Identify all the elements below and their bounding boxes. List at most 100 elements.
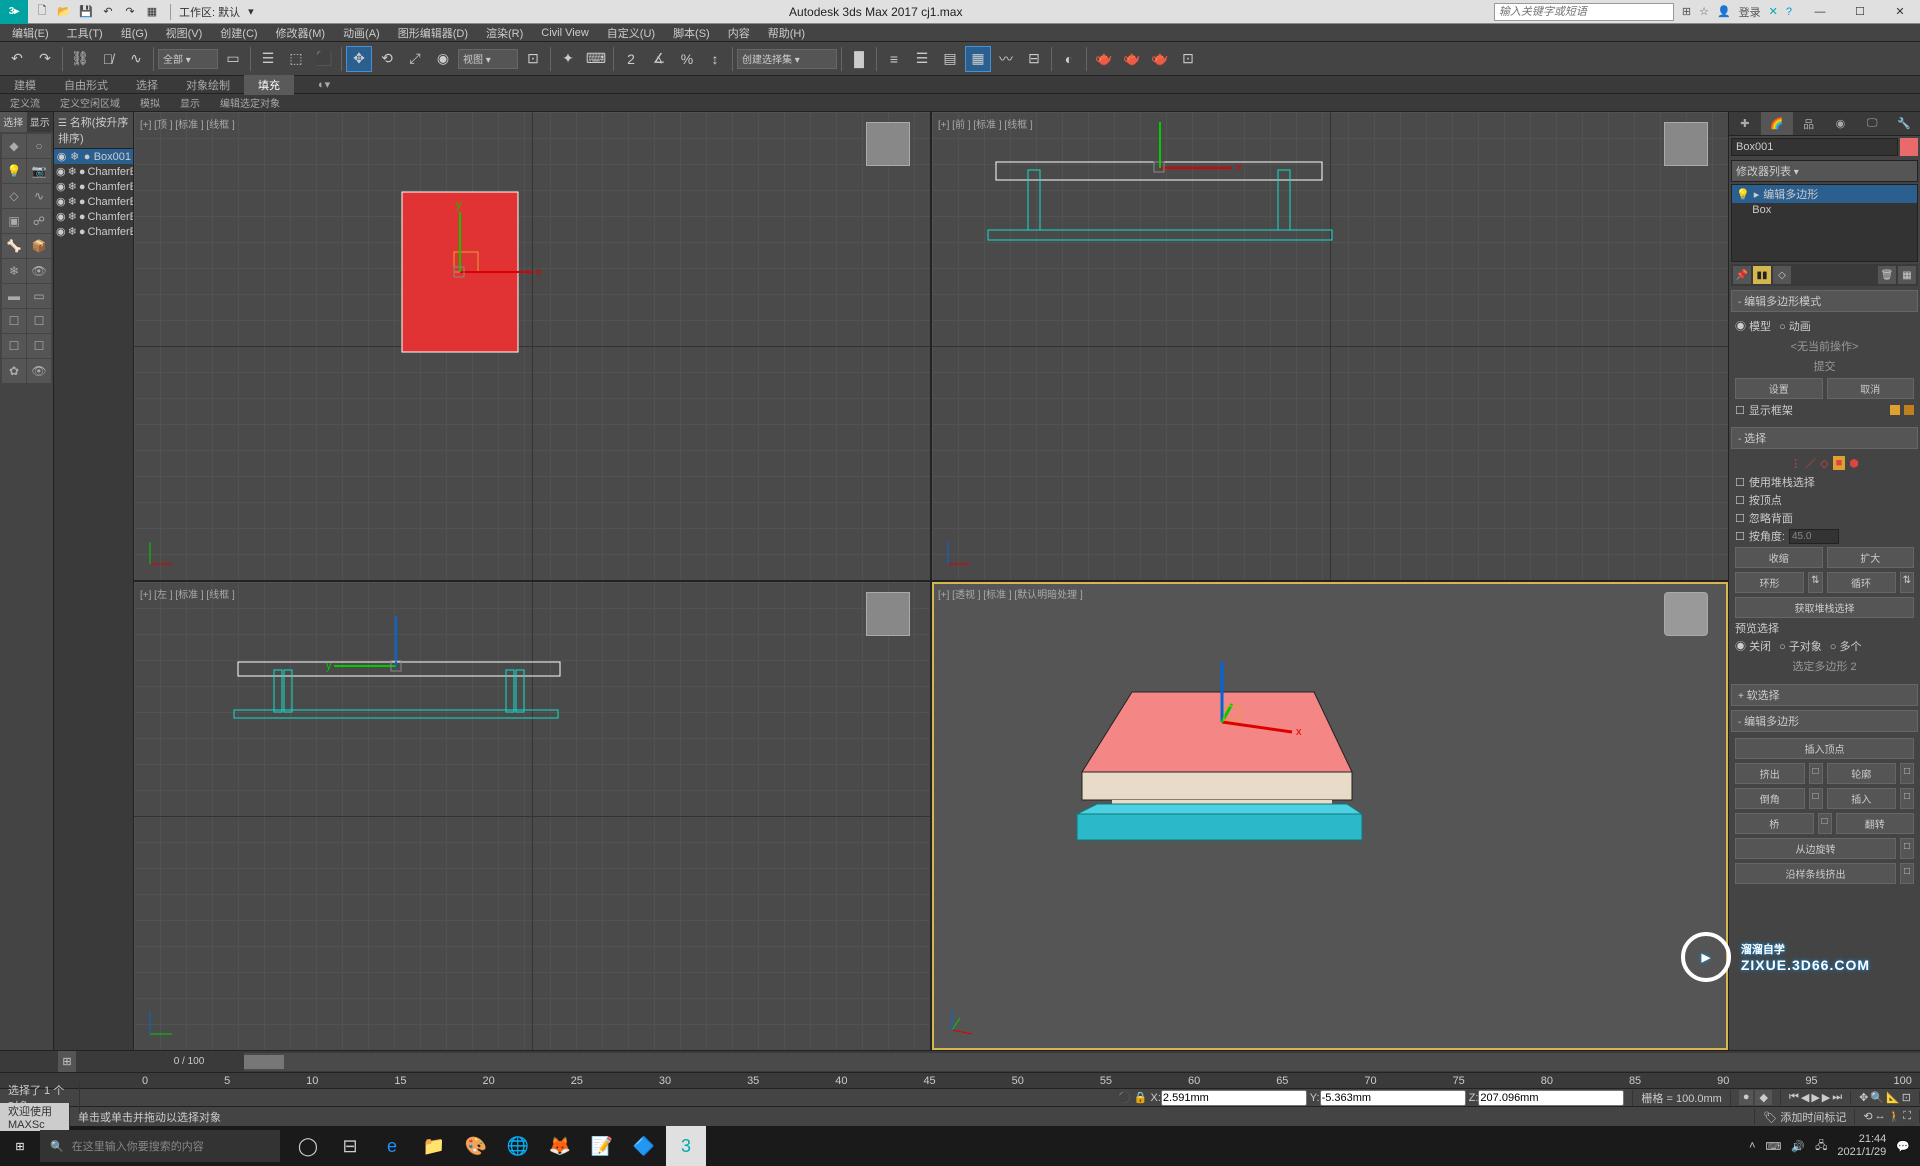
cage-color-1[interactable] (1890, 405, 1900, 415)
workspace-dropdown-icon[interactable]: ▾ (244, 5, 258, 18)
scene-item-chamfer-3[interactable]: ◉❄●ChamferE (54, 194, 133, 209)
by-vertex-checkbox[interactable]: ☐ (1735, 494, 1745, 507)
rollout-header-edit-poly-mode[interactable]: - 编辑多边形模式 (1731, 290, 1918, 312)
shrink-button[interactable]: 收缩 (1735, 547, 1823, 568)
scene-item-chamfer-1[interactable]: ◉❄●ChamferE (54, 164, 133, 179)
remove-modifier-icon[interactable]: 🗑 (1878, 266, 1896, 284)
se-filter-container-icon[interactable]: 📦 (27, 234, 51, 258)
material-editor-button[interactable]: ◐ (1056, 46, 1082, 72)
se-filter-xref-icon[interactable]: ☍ (27, 209, 51, 233)
x-input[interactable] (1161, 1090, 1307, 1106)
cp-tab-modify-icon[interactable]: 🌈 (1761, 112, 1793, 135)
star-icon[interactable]: ☆ (1699, 5, 1709, 18)
menu-civil-view[interactable]: Civil View (533, 27, 596, 39)
se-filter-camera-icon[interactable]: 📷 (27, 159, 51, 183)
minimize-button[interactable]: — (1800, 0, 1840, 24)
ring-spinner[interactable]: ⇅ (1808, 572, 1822, 593)
settings-button[interactable]: 设置 (1735, 378, 1823, 399)
se-expand-icon[interactable]: ▭ (27, 284, 51, 308)
ignore-backface-checkbox[interactable]: ☐ (1735, 512, 1745, 525)
toggle-scene-explorer-button[interactable]: ▤ (937, 46, 963, 72)
menu-customize[interactable]: 自定义(U) (599, 25, 663, 41)
ribbon-tab-populate[interactable]: 填充 (244, 75, 294, 95)
taskbar-clock[interactable]: 21:44 2021/1/29 (1837, 1133, 1886, 1159)
menu-animation[interactable]: 动画(A) (335, 25, 388, 41)
schematic-view-button[interactable]: ⊟ (1021, 46, 1047, 72)
viewport-perspective[interactable]: [+] [透视 ] [标准 ] [默认明暗处理 ] x (932, 582, 1728, 1050)
scene-item-box001[interactable]: ◉❄●Box001 (54, 149, 133, 164)
se-tab-select[interactable]: 选择 (0, 112, 27, 132)
loop-button[interactable]: 循环 (1827, 572, 1896, 593)
visibility-icon[interactable]: ◉ (56, 225, 66, 238)
ribbon-sub-display[interactable]: 显示 (170, 93, 210, 112)
hinge-settings-icon[interactable]: □ (1900, 838, 1914, 859)
play-icon[interactable]: ▶ (1811, 1091, 1819, 1104)
redo-icon[interactable]: ↷ (122, 4, 138, 20)
extrude-settings-icon[interactable]: □ (1809, 763, 1823, 784)
insert-vertex-button[interactable]: 插入顶点 (1735, 738, 1914, 759)
visibility-icon[interactable]: ◉ (56, 180, 66, 193)
nav-zoom-icon[interactable]: 🔍 (1870, 1091, 1884, 1104)
inset-button[interactable]: 插入 (1827, 788, 1897, 809)
subobj-polygon-icon[interactable]: ■ (1833, 456, 1846, 470)
se-filter-helper-icon[interactable]: ◇ (2, 184, 26, 208)
exchange-icon[interactable]: ✕ (1769, 5, 1778, 18)
prev-frame-icon[interactable]: ◀ (1801, 1091, 1809, 1104)
viewport-persp-label[interactable]: [+] [透视 ] [标准 ] [默认明暗处理 ] (938, 586, 1083, 601)
subobj-element-icon[interactable]: ⬢ (1849, 457, 1859, 470)
cp-tab-create-icon[interactable]: ✚ (1729, 112, 1761, 135)
radio-model[interactable]: ◉ 模型 (1735, 318, 1771, 334)
viewport-layout-icon[interactable]: ⊞ (58, 1051, 75, 1072)
modifier-list-dropdown[interactable]: 修改器列表 ▾ (1731, 160, 1918, 182)
selection-filter-dropdown[interactable]: 全部 ▾ (158, 49, 218, 69)
bevel-button[interactable]: 倒角 (1735, 788, 1805, 809)
firefox-icon[interactable]: 🦊 (540, 1126, 580, 1166)
cp-tab-hierarchy-icon[interactable]: 品 (1793, 112, 1825, 135)
3dsmax-taskbar-icon[interactable]: 3 (666, 1126, 706, 1166)
app-icon-1[interactable]: 🌐 (498, 1126, 538, 1166)
nav-zoomext-icon[interactable]: ⊡ (1902, 1091, 1911, 1104)
menu-create[interactable]: 创建(C) (212, 25, 265, 41)
app-icon-2[interactable]: 🔷 (624, 1126, 664, 1166)
subobj-vertex-icon[interactable]: ⋮ (1790, 457, 1801, 470)
se-toggle-1-icon[interactable]: ☐ (2, 309, 26, 333)
by-angle-checkbox[interactable]: ☐ (1735, 530, 1745, 543)
menu-content[interactable]: 内容 (720, 25, 758, 41)
freeze-icon[interactable]: ❄ (68, 165, 77, 178)
outline-button[interactable]: 轮廓 (1827, 763, 1897, 784)
time-slider-thumb[interactable] (244, 1055, 284, 1069)
angle-spinner[interactable] (1789, 529, 1839, 544)
viewcube-left[interactable] (866, 592, 910, 636)
menu-rendering[interactable]: 渲染(R) (478, 25, 531, 41)
radio-multi[interactable]: ○ 多个 (1830, 638, 1862, 654)
se-filter-shape-icon[interactable]: ○ (27, 134, 51, 158)
goto-end-icon[interactable]: ⏭ (1832, 1091, 1842, 1104)
ref-coord-dropdown[interactable]: 视图 ▾ (458, 49, 518, 69)
use-stack-checkbox[interactable]: ☐ (1735, 476, 1745, 489)
curve-editor-button[interactable]: 〰 (993, 46, 1019, 72)
lock-icon[interactable]: ⚫ (1117, 1092, 1131, 1104)
select-object-button[interactable]: ▭ (220, 46, 246, 72)
link-button[interactable]: ⛓ (67, 46, 93, 72)
ring-button[interactable]: 环形 (1735, 572, 1804, 593)
goto-start-icon[interactable]: ⏮ (1789, 1091, 1799, 1104)
show-cage-checkbox[interactable]: ☐ (1735, 404, 1745, 417)
visibility-icon[interactable]: ◉ (56, 150, 67, 163)
se-toggle-6-icon[interactable]: 👁 (27, 359, 51, 383)
add-time-tag[interactable]: 🏷 添加时间标记 (1755, 1109, 1855, 1125)
nav-orbit-icon[interactable]: ⟲ (1863, 1110, 1872, 1123)
menu-views[interactable]: 视图(V) (158, 25, 211, 41)
time-slider[interactable]: ⊞ 0 / 100 (0, 1050, 1920, 1072)
notes-icon[interactable]: 📝 (582, 1126, 622, 1166)
next-frame-icon[interactable]: ▶ (1822, 1091, 1830, 1104)
ribbon-sub-edit-selected[interactable]: 编辑选定对象 (210, 93, 290, 112)
pin-stack-icon[interactable]: 📌 (1733, 266, 1751, 284)
freeze-icon[interactable]: ❄ (69, 150, 80, 163)
z-input[interactable] (1478, 1090, 1624, 1106)
spinner-snap-button[interactable]: ↕ (702, 46, 728, 72)
redo-button[interactable]: ↷ (32, 46, 58, 72)
tray-ime-icon[interactable]: ⌨ (1766, 1140, 1782, 1153)
maximize-button[interactable]: ☐ (1840, 0, 1880, 24)
cp-tab-display-icon[interactable]: 🖵 (1856, 112, 1888, 135)
lock-selection-icon[interactable]: 🔒 (1134, 1092, 1148, 1104)
